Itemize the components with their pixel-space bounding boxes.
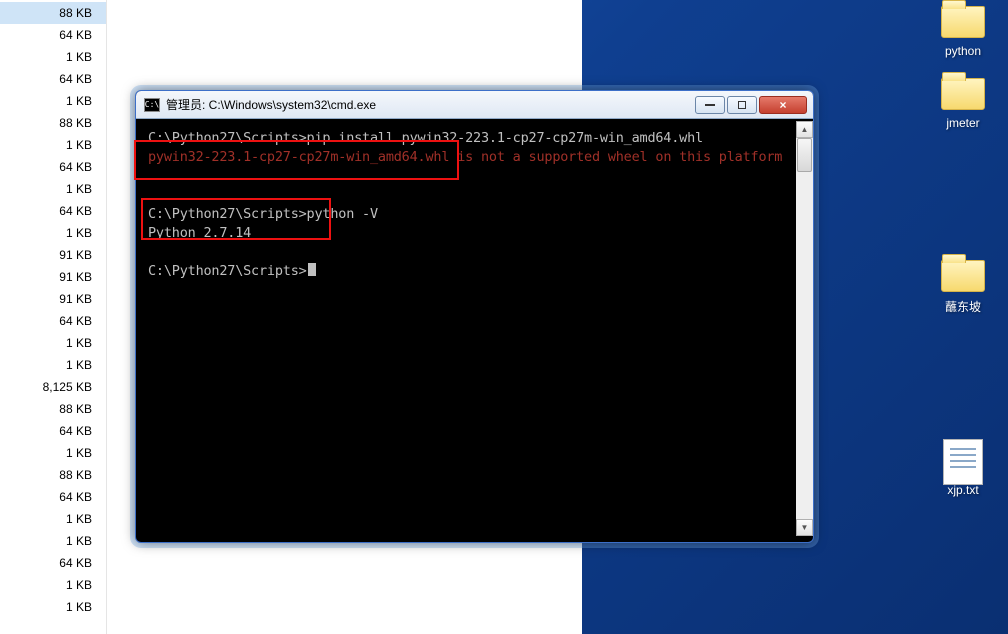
cmd-line-2-filename: pywin32-223.1-cp27-cp27m-win_amd64.whl <box>148 149 449 165</box>
text-file-icon <box>939 439 987 479</box>
close-button[interactable]: × <box>759 96 807 114</box>
cmd-line-5-prompt: C:\Python27\Scripts> <box>148 263 307 279</box>
cmd-window[interactable]: C:\ 管理员: C:\Windows\system32\cmd.exe × C… <box>135 90 814 543</box>
cmd-title-prefix: 管理员: <box>166 98 209 112</box>
explorer-row[interactable]: 88 KB <box>0 464 106 486</box>
explorer-row[interactable]: 64 KB <box>0 68 106 90</box>
window-controls: × <box>695 96 807 114</box>
explorer-row[interactable]: 1 KB <box>0 530 106 552</box>
cmd-line-2-message: is not a supported wheel on this platfor… <box>449 149 782 165</box>
cmd-line-1: C:\Python27\Scripts>pip install pywin32-… <box>148 130 703 146</box>
cmd-line-3: C:\Python27\Scripts>python -V <box>148 206 378 222</box>
explorer-row[interactable]: 64 KB <box>0 486 106 508</box>
explorer-row[interactable]: 88 KB <box>0 398 106 420</box>
explorer-size-column: 88 KB64 KB1 KB64 KB1 KB88 KB1 KB64 KB1 K… <box>0 0 107 634</box>
explorer-row[interactable]: 1 KB <box>0 178 106 200</box>
cmd-output[interactable]: C:\Python27\Scripts>pip install pywin32-… <box>142 121 807 536</box>
desktop-icon-label: jmeter <box>928 116 998 130</box>
explorer-row[interactable]: 64 KB <box>0 552 106 574</box>
explorer-row[interactable]: 1 KB <box>0 222 106 244</box>
folder-icon <box>939 254 987 294</box>
cmd-icon: C:\ <box>144 98 160 112</box>
maximize-button[interactable] <box>727 96 757 114</box>
desktop-icon-xjp-txt[interactable]: xjp.txt <box>928 439 998 497</box>
cmd-cursor <box>308 263 316 276</box>
explorer-row[interactable]: 64 KB <box>0 200 106 222</box>
explorer-row[interactable]: 1 KB <box>0 508 106 530</box>
desktop-icon-label: xjp.txt <box>928 483 998 497</box>
folder-icon <box>939 72 987 112</box>
desktop-icon-label: python <box>928 44 998 58</box>
cmd-scrollbar[interactable]: ▲ ▼ <box>796 121 813 536</box>
explorer-row[interactable]: 1 KB <box>0 354 106 376</box>
cmd-titlebar[interactable]: C:\ 管理员: C:\Windows\system32\cmd.exe × <box>136 91 813 119</box>
desktop-icons-area: python jmeter 蘸东坡 xjp.txt <box>928 0 998 497</box>
explorer-row[interactable]: 1 KB <box>0 574 106 596</box>
scrollbar-up-button[interactable]: ▲ <box>796 121 813 138</box>
desktop: 88 KB64 KB1 KB64 KB1 KB88 KB1 KB64 KB1 K… <box>0 0 1008 634</box>
explorer-row[interactable]: 1 KB <box>0 596 106 618</box>
cmd-title-path: C:\Windows\system32\cmd.exe <box>209 98 376 112</box>
scrollbar-track[interactable] <box>796 138 813 519</box>
scrollbar-down-button[interactable]: ▼ <box>796 519 813 536</box>
folder-icon <box>939 0 987 40</box>
minimize-button[interactable] <box>695 96 725 114</box>
cmd-line-4: Python 2.7.14 <box>148 225 251 241</box>
explorer-row[interactable]: 1 KB <box>0 90 106 112</box>
desktop-icon-label: 蘸东坡 <box>928 298 998 315</box>
explorer-row[interactable]: 88 KB <box>0 2 106 24</box>
explorer-row[interactable]: 64 KB <box>0 156 106 178</box>
desktop-icon-jmeter[interactable]: jmeter <box>928 72 998 130</box>
explorer-row[interactable]: 91 KB <box>0 244 106 266</box>
explorer-row[interactable]: 8,125 KB <box>0 376 106 398</box>
explorer-row[interactable]: 64 KB <box>0 24 106 46</box>
desktop-icon-python[interactable]: python <box>928 0 998 58</box>
explorer-row[interactable]: 91 KB <box>0 266 106 288</box>
explorer-row[interactable]: 1 KB <box>0 134 106 156</box>
cmd-title: 管理员: C:\Windows\system32\cmd.exe <box>166 96 695 113</box>
scrollbar-thumb[interactable] <box>797 138 812 172</box>
explorer-row[interactable]: 1 KB <box>0 332 106 354</box>
explorer-row[interactable]: 88 KB <box>0 112 106 134</box>
explorer-row[interactable]: 91 KB <box>0 288 106 310</box>
explorer-row[interactable]: 64 KB <box>0 310 106 332</box>
explorer-row[interactable]: 1 KB <box>0 46 106 68</box>
desktop-icon-蘸东坡[interactable]: 蘸东坡 <box>928 254 998 315</box>
explorer-row[interactable]: 1 KB <box>0 442 106 464</box>
explorer-row[interactable]: 64 KB <box>0 420 106 442</box>
